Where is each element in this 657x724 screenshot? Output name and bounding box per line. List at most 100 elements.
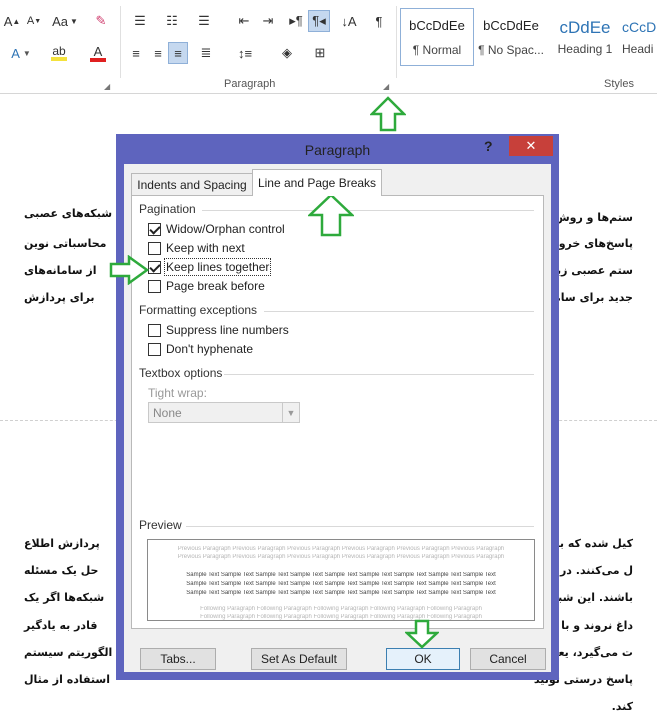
- annotation-right-arrow-icon: [109, 255, 149, 285]
- align-right-button[interactable]: ≡: [168, 42, 188, 64]
- decrease-indent-icon: ⇤: [238, 13, 250, 28]
- doc-line: محاسباتی نوین: [24, 237, 107, 250]
- formatting-exceptions-heading: Formatting exceptions: [139, 303, 258, 317]
- align-left-icon: ≡: [132, 45, 140, 61]
- ltr-paragraph-icon: ▸¶: [289, 13, 303, 28]
- highlight-color-button[interactable]: ab: [44, 42, 74, 64]
- tab-indents-and-spacing[interactable]: Indents and Spacing: [131, 173, 253, 195]
- preview-pane: Previous Paragraph Previous Paragraph Pr…: [147, 539, 535, 621]
- change-case-icon: Aa: [52, 13, 68, 29]
- align-left-button[interactable]: ≡: [126, 42, 146, 64]
- highlighter-icon: ab: [52, 44, 66, 58]
- font-color-swatch: [90, 57, 106, 62]
- grow-font-button[interactable]: A ▲: [2, 10, 22, 32]
- font-color-icon: A: [93, 43, 103, 59]
- set-as-default-button[interactable]: Set As Default: [251, 648, 347, 670]
- increase-indent-button[interactable]: ⇥: [258, 10, 278, 32]
- style-name: ¶ No Spac...: [478, 42, 544, 57]
- decrease-indent-button[interactable]: ⇤: [234, 10, 254, 32]
- section-divider: [202, 210, 534, 211]
- help-icon[interactable]: ?: [484, 138, 493, 154]
- shrink-font-icon: A: [26, 15, 35, 27]
- font-dialog-launcher-icon[interactable]: ◢: [104, 82, 110, 91]
- section-divider: [224, 374, 534, 375]
- preview-sample-line: Sample Text Sample Text Sample Text Samp…: [186, 590, 496, 596]
- style-preview: bCcDdEe: [409, 17, 465, 33]
- checkbox-label: Page break before: [166, 279, 265, 293]
- justify-button[interactable]: ≣: [192, 42, 220, 64]
- style-heading-1[interactable]: cDdEe Heading 1: [548, 8, 622, 66]
- preview-previous-line: Previous Paragraph Previous Paragraph Pr…: [177, 546, 505, 552]
- shrink-font-button[interactable]: A ▼: [24, 10, 44, 32]
- preview-following-line: Following Paragraph Following Paragraph …: [200, 614, 482, 620]
- checkbox-unchecked-icon: [148, 342, 161, 356]
- rtl-direction-button[interactable]: ¶◂: [308, 10, 330, 32]
- doc-line: شبکه‌ها اگر یک: [24, 591, 105, 604]
- align-center-button[interactable]: ≡: [148, 42, 168, 64]
- ltr-direction-button[interactable]: ▸¶: [286, 10, 306, 32]
- rtl-paragraph-icon: ¶◂: [312, 13, 326, 28]
- style-heading-2[interactable]: cCcD Headi: [622, 8, 657, 66]
- style-no-spacing[interactable]: bCcDdEe ¶ No Spac...: [474, 8, 548, 66]
- annotation-up-arrow-icon: [308, 193, 354, 237]
- clear-formatting-button[interactable]: ✎: [90, 10, 112, 32]
- dialog-body: Indents and Spacing Line and Page Breaks…: [124, 164, 551, 672]
- sort-az-icon: ↓A: [341, 13, 357, 29]
- suppress-line-numbers-checkbox[interactable]: Suppress line numbers: [148, 323, 289, 337]
- line-spacing-button[interactable]: ↕≡: [230, 42, 260, 64]
- show-hide-marks-button[interactable]: ¶: [368, 10, 390, 32]
- doc-line: قادر به یادگیر: [24, 619, 98, 632]
- styles-group-label: Styles: [604, 78, 634, 90]
- checkbox-label: Widow/Orphan control: [166, 222, 285, 236]
- checkbox-unchecked-icon: [148, 241, 161, 255]
- section-divider: [186, 526, 534, 527]
- ribbon-separator: [120, 6, 121, 78]
- preview-following-line: Following Paragraph Following Paragraph …: [200, 606, 482, 612]
- keep-with-next-checkbox[interactable]: Keep with next: [148, 241, 245, 255]
- text-effects-button[interactable]: A ▼: [2, 42, 40, 64]
- chevron-down-icon: ▼: [282, 403, 299, 422]
- pilcrow-icon: ¶: [375, 13, 383, 29]
- widow-orphan-checkbox[interactable]: Widow/Orphan control: [148, 222, 285, 236]
- textbox-options-heading: Textbox options: [139, 366, 223, 380]
- doc-line: کند.: [611, 700, 633, 713]
- increase-indent-icon: ⇥: [262, 13, 274, 28]
- align-center-icon: ≡: [154, 45, 162, 61]
- ribbon-separator: [396, 6, 397, 78]
- doc-line: شبکه‌های عصبی: [24, 207, 113, 220]
- checkbox-checked-icon: [148, 260, 161, 274]
- paint-bucket-icon: ◈: [282, 45, 292, 60]
- dialog-titlebar[interactable]: Paragraph ? ✕: [116, 134, 559, 164]
- paragraph-dialog-launcher-icon[interactable]: ◢: [383, 82, 389, 91]
- style-name: Heading 1: [557, 42, 613, 56]
- preview-sample-line: Sample Text Sample Text Sample Text Samp…: [186, 581, 496, 587]
- shading-button[interactable]: ◈: [272, 42, 302, 64]
- doc-line: برای پردازش: [24, 291, 95, 304]
- keep-lines-together-checkbox[interactable]: Keep lines together: [148, 258, 272, 276]
- tab-line-and-page-breaks[interactable]: Line and Page Breaks: [252, 169, 382, 196]
- numbering-button[interactable]: ☷: [158, 10, 186, 32]
- multilevel-list-icon: ☰: [198, 13, 210, 28]
- tight-wrap-select[interactable]: None ▼: [148, 402, 300, 423]
- eraser-icon: ✎: [95, 13, 107, 28]
- bullets-button[interactable]: ☰: [126, 10, 154, 32]
- annotation-down-arrow-icon: [405, 619, 439, 649]
- multilevel-list-button[interactable]: ☰: [190, 10, 218, 32]
- page-break-before-checkbox[interactable]: Page break before: [148, 279, 265, 293]
- cancel-button[interactable]: Cancel: [470, 648, 546, 670]
- doc-line: پردازش اطلاع: [24, 537, 100, 550]
- close-icon[interactable]: ✕: [509, 136, 553, 156]
- tabs-button[interactable]: Tabs...: [140, 648, 216, 670]
- section-divider: [264, 311, 534, 312]
- ribbon: A ▲ A ▼ Aa ▼ ✎ A ▼ ab A ☰ ☷ ☰ ⇤ ⇥ ▸¶ ¶◂ ↓A ¶…: [0, 0, 657, 94]
- doc-line: از سامانه‌های: [24, 264, 97, 277]
- change-case-button[interactable]: Aa ▼: [50, 10, 80, 32]
- font-color-button[interactable]: A: [82, 42, 114, 64]
- borders-button[interactable]: ⊞: [306, 42, 334, 64]
- preview-sample-line: Sample Text Sample Text Sample Text Samp…: [186, 572, 496, 578]
- style-normal[interactable]: bCcDdEe ¶ Normal: [400, 8, 474, 66]
- style-name: ¶ Normal: [412, 42, 462, 57]
- dont-hyphenate-checkbox[interactable]: Don't hyphenate: [148, 342, 253, 356]
- sort-button[interactable]: ↓A: [338, 10, 360, 32]
- ok-button[interactable]: OK: [386, 648, 460, 670]
